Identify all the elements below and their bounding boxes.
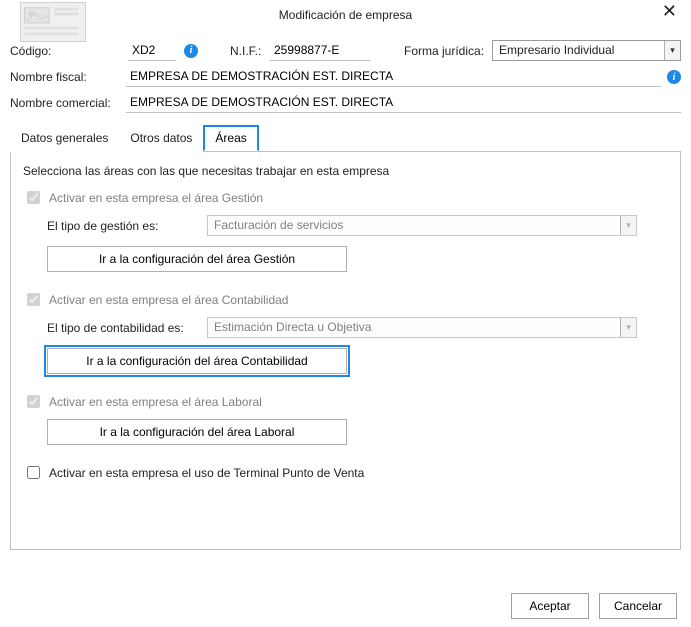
tab-otros-datos[interactable]: Otros datos [119,126,203,152]
tab-datos-generales[interactable]: Datos generales [10,126,119,152]
checkbox-tpv[interactable] [27,466,40,479]
codigo-label: Código: [10,44,120,58]
tab-areas[interactable]: Áreas [203,125,258,151]
window-title: Modificación de empresa [279,6,412,22]
info-icon[interactable]: i [184,44,198,58]
tipo-contabilidad-label: El tipo de contabilidad es: [47,321,197,335]
forma-juridica-value: Empresario Individual [493,41,664,60]
tabstrip: Datos generales Otros datos Áreas [10,125,681,152]
checkbox-laboral-label: Activar en esta empresa el área Laboral [49,395,262,409]
cancel-button[interactable]: Cancelar [599,593,677,619]
checkbox-contabilidad-label: Activar en esta empresa el área Contabil… [49,293,288,307]
areas-instruction: Selecciona las áreas con las que necesit… [23,164,668,178]
tipo-contabilidad-value: Estimación Directa u Objetiva [208,318,620,337]
tipo-gestion-value: Facturación de servicios [208,216,620,235]
tipo-contabilidad-select[interactable]: Estimación Directa u Objetiva ▾ [207,317,637,338]
checkbox-contabilidad[interactable] [27,293,40,306]
accept-button[interactable]: Aceptar [511,593,589,619]
tipo-gestion-label: El tipo de gestión es: [47,219,197,233]
info-icon[interactable]: i [667,70,681,84]
chevron-down-icon: ▾ [620,216,636,235]
checkbox-tpv-label: Activar en esta empresa el uso de Termin… [49,466,364,480]
nombre-comercial-label: Nombre comercial: [10,96,120,110]
tipo-gestion-select[interactable]: Facturación de servicios ▾ [207,215,637,236]
config-laboral-button[interactable]: Ir a la configuración del área Laboral [47,419,347,445]
config-gestion-button[interactable]: Ir a la configuración del área Gestión [47,246,347,272]
checkbox-gestion-label: Activar en esta empresa el área Gestión [49,191,263,205]
nombre-comercial-input[interactable] [126,93,681,113]
codigo-input[interactable] [128,41,176,61]
forma-juridica-select[interactable]: Empresario Individual ▾ [492,40,681,61]
chevron-down-icon: ▾ [664,41,680,60]
checkbox-gestion[interactable] [27,191,40,204]
close-icon[interactable]: ✕ [662,2,677,20]
tab-areas-panel: Selecciona las áreas con las que necesit… [10,152,681,550]
chevron-down-icon: ▾ [620,318,636,337]
nif-input[interactable] [270,41,370,61]
checkbox-laboral[interactable] [27,395,40,408]
forma-juridica-label: Forma jurídica: [404,44,484,58]
app-icon-placeholder [20,2,86,42]
nombre-fiscal-label: Nombre fiscal: [10,70,120,84]
config-contabilidad-button[interactable]: Ir a la configuración del área Contabili… [47,348,347,374]
nif-label: N.I.F.: [230,44,262,58]
nombre-fiscal-input[interactable] [126,67,661,87]
